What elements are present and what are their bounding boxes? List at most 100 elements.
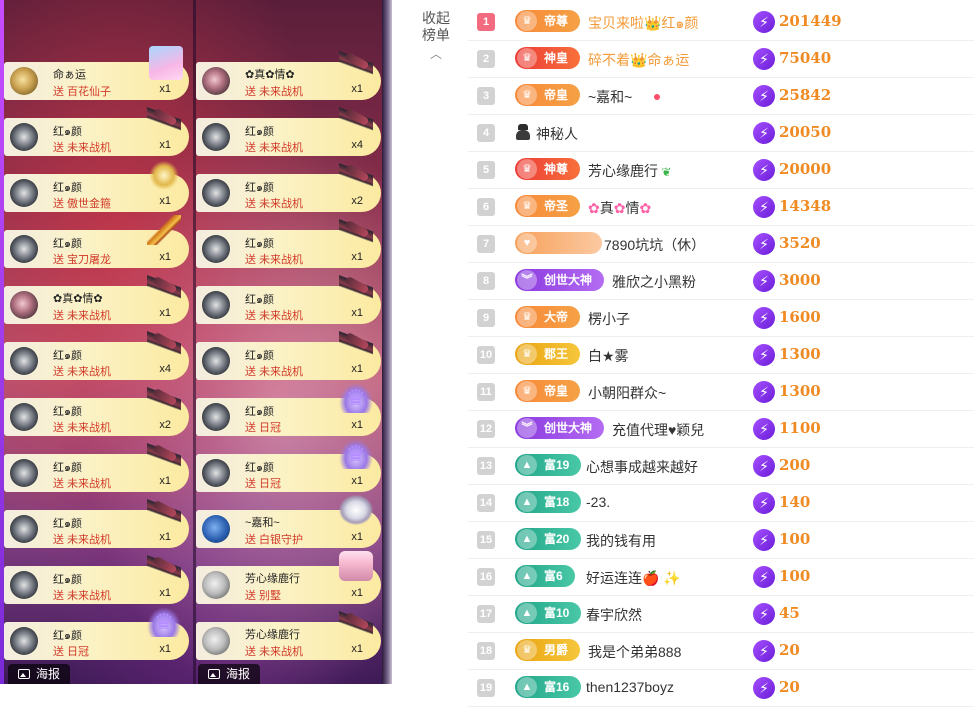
gift-text: 送 宝刀屠龙	[53, 254, 112, 266]
gift-message-card: 红๑颜送 未来战机 x2	[196, 159, 381, 212]
gift-text: 送 未来战机	[53, 534, 112, 546]
ranking-row[interactable]: 10 ♛ 郡王 白★雾 ⚡ 1300	[468, 337, 974, 374]
user-name[interactable]: 小朝阳群众~	[588, 383, 666, 403]
user-name[interactable]: ~嘉和~	[588, 87, 661, 107]
gift-text: 送 白银守护	[245, 534, 304, 546]
avatar[interactable]	[202, 67, 230, 95]
ranking-row[interactable]: 2 ♛ 神皇 碎不着👑命ぁ运 ⚡ 75040	[468, 41, 974, 78]
avatar[interactable]	[202, 291, 230, 319]
avatar[interactable]	[10, 235, 38, 263]
avatar[interactable]	[10, 347, 38, 375]
user-name[interactable]: 神秘人	[536, 124, 578, 144]
ranking-row[interactable]: 15 ▲ 富20 我的钱有用 ⚡ 100	[468, 522, 974, 559]
user-name[interactable]: 心想事成越来越好	[586, 457, 698, 477]
avatar[interactable]	[202, 179, 230, 207]
chevron-up-icon: ︿	[429, 47, 442, 61]
poster-button[interactable]: 海报	[198, 664, 261, 684]
ranking-row[interactable]: 4 神秘人 ⚡ 20050	[468, 115, 974, 152]
crown-badge-icon: ♛	[517, 344, 537, 364]
user-name[interactable]: 好运连连🍎 ✨	[586, 568, 681, 588]
avatar[interactable]	[10, 67, 38, 95]
avatar[interactable]	[10, 179, 38, 207]
avatar[interactable]	[202, 347, 230, 375]
badge-label: 帝皇	[544, 88, 569, 102]
sender-name: 红๑颜	[53, 350, 82, 362]
ranking-row[interactable]: 18 ♛ 男爵 我是个弟弟888 ⚡ 20	[468, 633, 974, 670]
ranking-row[interactable]: 3 ♛ 帝皇 ~嘉和~ ⚡ 25842	[468, 78, 974, 115]
ranking-row[interactable]: 17 ▲ 富10 春宇欣然 ⚡ 45	[468, 596, 974, 633]
gift-count: x1	[351, 307, 363, 319]
avatar[interactable]	[202, 571, 230, 599]
avatar[interactable]	[202, 123, 230, 151]
ranking-row[interactable]: 6 ♛ 帝圣 ✿真✿情✿ ⚡ 14348	[468, 189, 974, 226]
gift-message-card: 命ぁ运送 百花仙子 x1	[4, 46, 189, 100]
avatar[interactable]	[10, 515, 38, 543]
ranking-row[interactable]: 7 ♥ 7890坑坑（休） ⚡ 3520	[468, 226, 974, 263]
villa-gift-icon	[339, 551, 373, 581]
avatar[interactable]	[10, 123, 38, 151]
level-badge: ▲ 富6	[515, 565, 575, 587]
avatar[interactable]	[202, 627, 230, 655]
gift-count: x4	[351, 139, 363, 151]
sender-name: 芳心缘鹿行	[245, 629, 300, 641]
sender-name: 红๑颜	[53, 462, 82, 474]
avatar[interactable]	[202, 235, 230, 263]
avatar[interactable]	[202, 403, 230, 431]
user-name[interactable]: 宝贝来啦👑红๑颜	[588, 13, 698, 35]
avatar[interactable]	[10, 403, 38, 431]
level-badge: ♛ 神皇	[515, 47, 581, 69]
fighter-gift-icon	[339, 327, 373, 357]
user-name[interactable]: -23.	[586, 494, 610, 510]
avatar[interactable]	[202, 459, 230, 487]
ranking-row[interactable]: 9 ♛ 大帝 楞小子 ⚡ 1600	[468, 300, 974, 337]
poster-button[interactable]: 海报	[8, 664, 71, 684]
avatar[interactable]	[10, 459, 38, 487]
image-icon	[18, 669, 30, 679]
ranking-row[interactable]: 5 ♛ 神尊 芳心缘鹿行 ❦ ⚡ 20000	[468, 152, 974, 189]
badge-label: 创世大神	[544, 273, 593, 287]
fighter-gift-icon	[339, 159, 373, 189]
avatar[interactable]	[10, 291, 38, 319]
ranking-row[interactable]: 16 ▲ 富6 好运连连🍎 ✨ ⚡ 100	[468, 559, 974, 596]
gift-message-card: ~嘉和~ 送 白银守护 x1	[196, 495, 381, 548]
user-name[interactable]: 雅欣之小黑粉	[612, 272, 696, 292]
lightning-icon: ⚡	[753, 233, 775, 255]
ranking-row[interactable]: 19 ▲ 富16 then1237boyz ⚡ 20	[468, 670, 974, 707]
avatar[interactable]	[10, 627, 38, 655]
crown-badge-icon: ♛	[517, 307, 537, 327]
user-name[interactable]: 我的钱有用	[586, 531, 656, 551]
user-name[interactable]: 春宇欣然	[586, 605, 642, 625]
flame-badge-icon: ♛	[517, 48, 537, 68]
user-name[interactable]: ✿真✿情✿	[588, 198, 651, 218]
rank-number: 11	[477, 383, 495, 401]
user-name[interactable]: 充值代理♥颖兒	[612, 420, 704, 440]
ranking-row[interactable]: 11 ♛ 帝皇 小朝阳群众~ ⚡ 1300	[468, 374, 974, 411]
user-name[interactable]: 碎不着👑命ぁ运	[588, 50, 689, 70]
lightning-icon: ⚡	[753, 640, 775, 662]
ranking-row[interactable]: 14 ▲ 富18 -23. ⚡ 140	[468, 485, 974, 522]
gift-count: x1	[159, 195, 171, 207]
ranking-row[interactable]: 13 ▲ 富19 心想事成越来越好 ⚡ 200	[468, 448, 974, 485]
gift-text: 送 未来战机	[245, 646, 304, 658]
avatar[interactable]	[202, 515, 230, 543]
ranking-row[interactable]: 12 ︾ 创世大神 充值代理♥颖兒 ⚡ 1100	[468, 411, 974, 448]
contribution-score: 1600	[779, 308, 821, 326]
user-name[interactable]: 我是个弟弟888	[588, 642, 681, 662]
gift-text: 送 未来战机	[245, 198, 304, 210]
ranking-row[interactable]: 8 ︾ 创世大神 雅欣之小黑粉 ⚡ 3000	[468, 263, 974, 300]
user-name[interactable]: 芳心缘鹿行 ❦	[588, 161, 671, 181]
lightning-icon: ⚡	[753, 307, 775, 329]
user-name[interactable]: then1237boyz	[586, 679, 674, 695]
user-name[interactable]: 楞小子	[588, 309, 630, 329]
fighter-gift-icon	[339, 215, 373, 245]
user-name[interactable]: 白★雾	[588, 346, 629, 366]
gift-text: 送 别墅	[245, 590, 282, 602]
fighter-gift-icon	[147, 439, 181, 469]
user-name[interactable]: 7890坑坑（休）	[604, 235, 705, 255]
ranking-row[interactable]: 1 ♛ 帝尊 宝贝来啦👑红๑颜 ⚡ 201449	[468, 4, 974, 41]
badge-label: 富18	[544, 495, 570, 509]
collapse-ranking-button[interactable]: 收起 榜单 ︿	[418, 10, 454, 63]
contribution-score: 25842	[779, 86, 832, 104]
avatar[interactable]	[10, 571, 38, 599]
fighter-gift-icon	[147, 271, 181, 301]
